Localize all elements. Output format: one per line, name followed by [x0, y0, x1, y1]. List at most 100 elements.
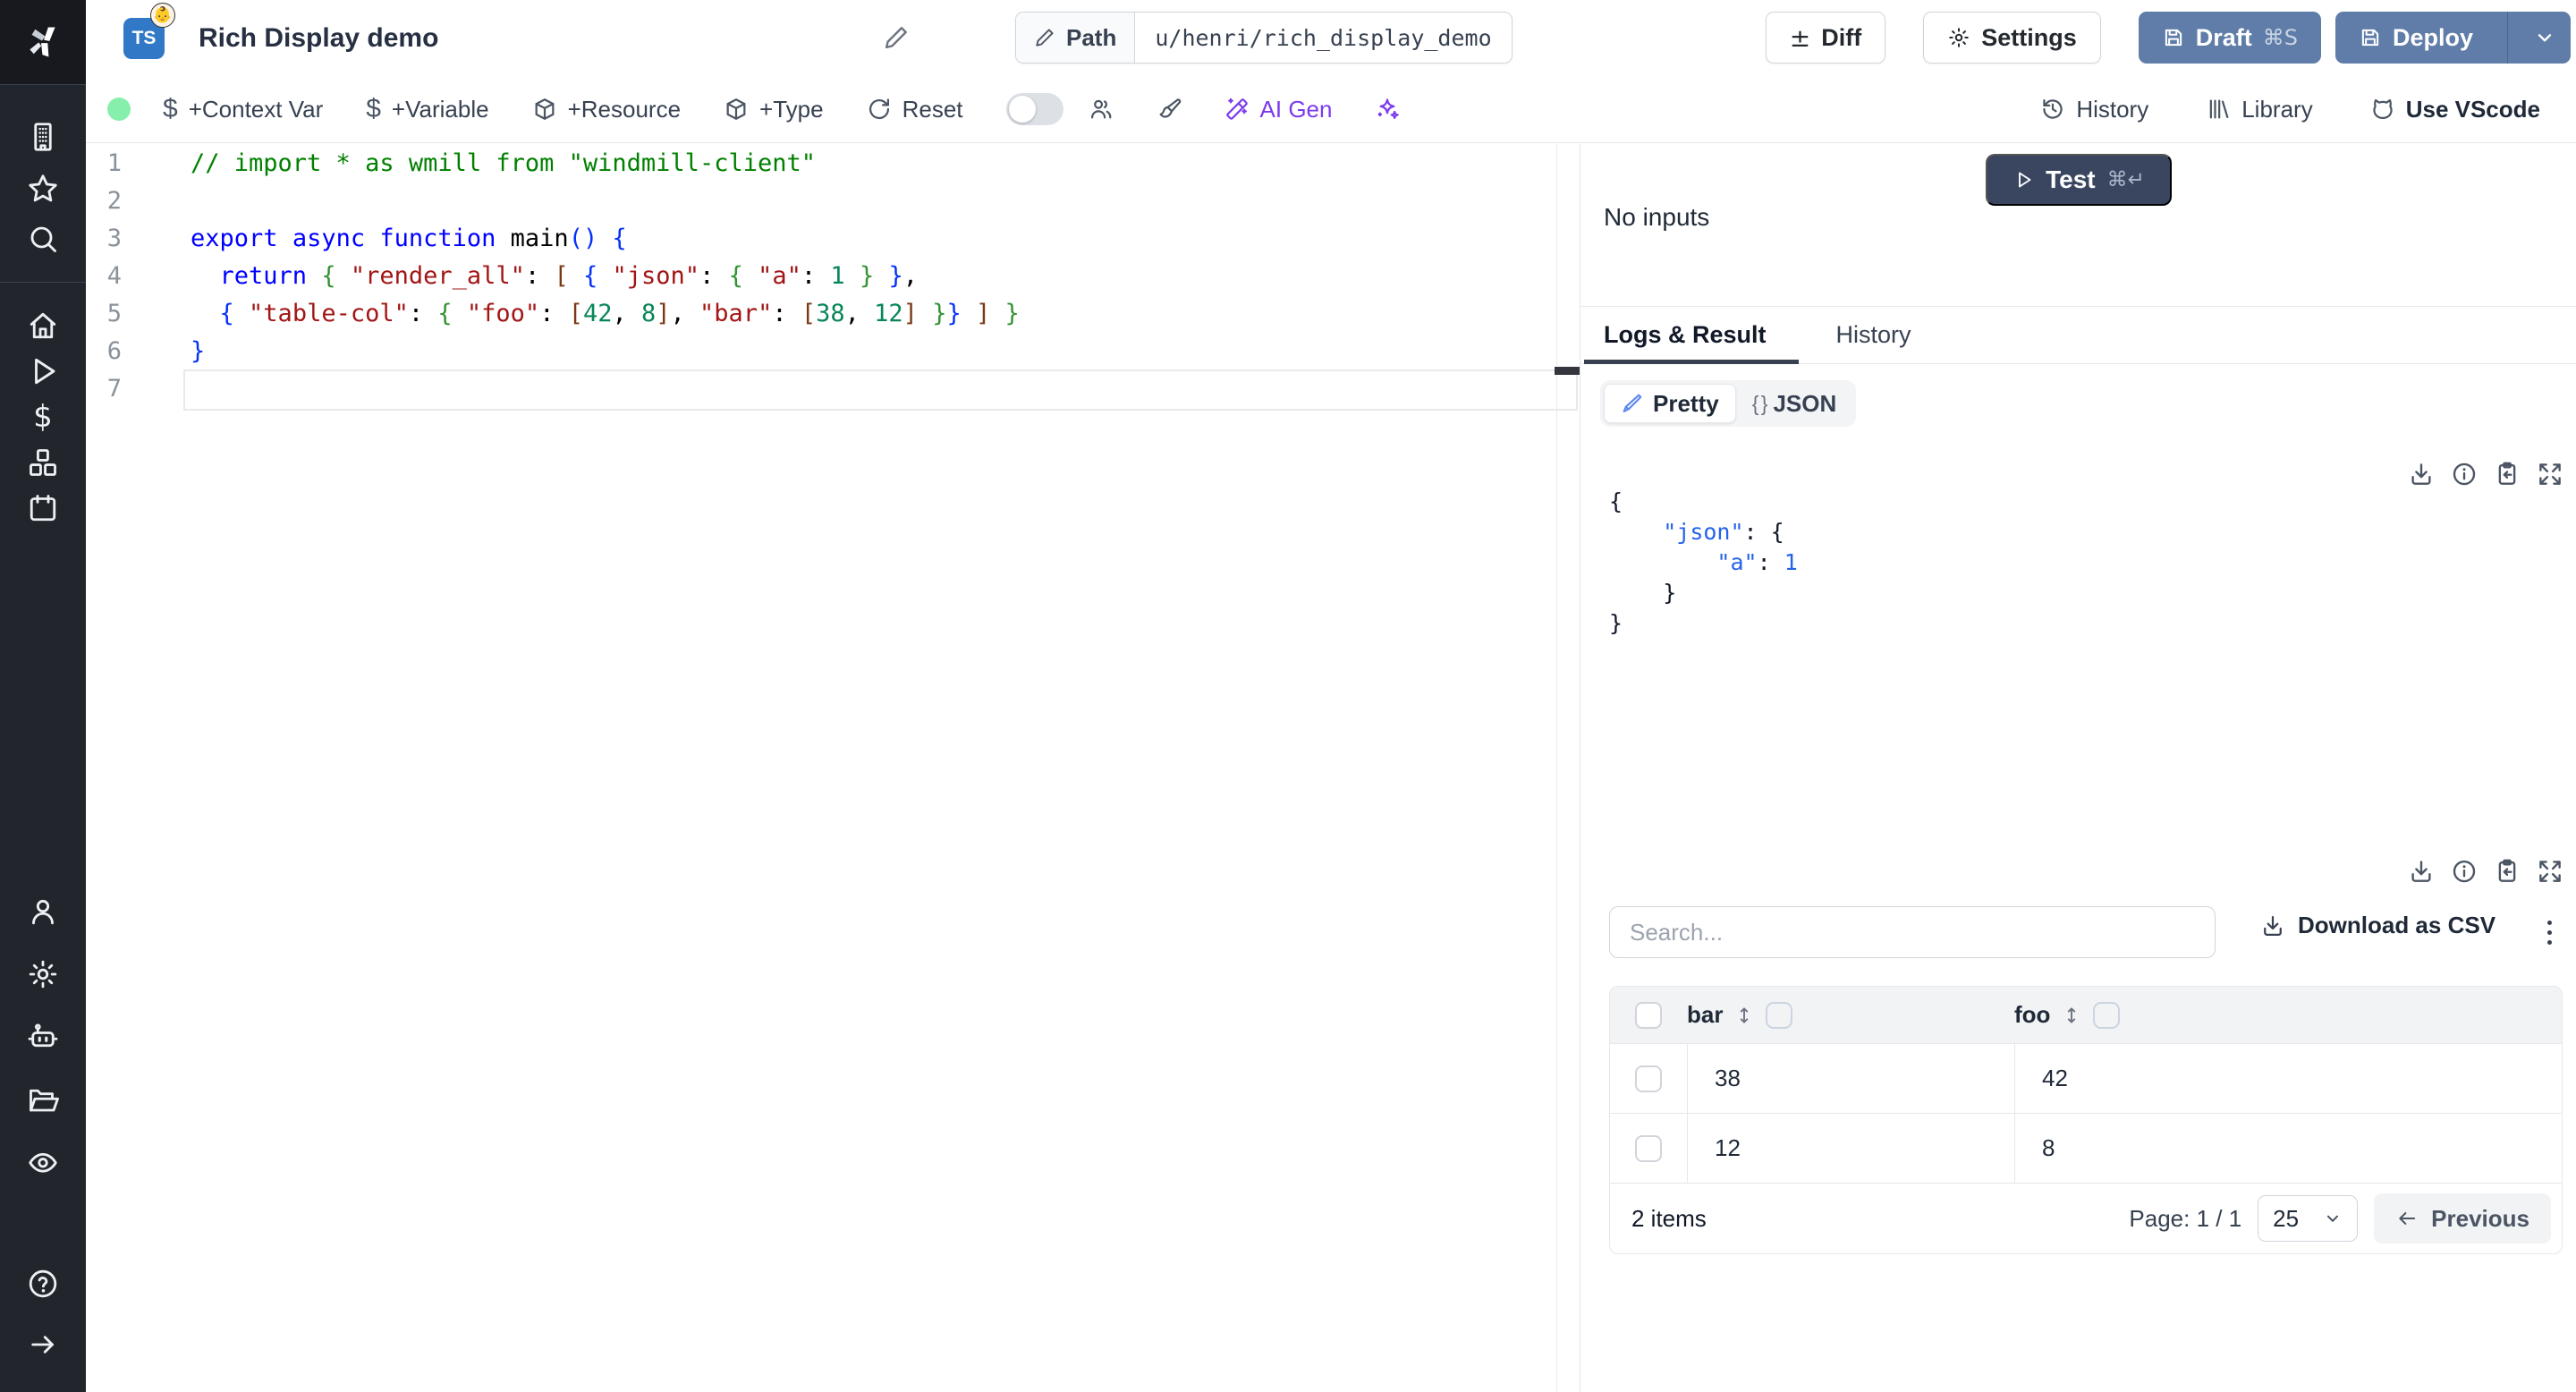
history-button[interactable]: History — [2040, 96, 2148, 123]
folders-icon[interactable] — [27, 1083, 59, 1116]
download-icon[interactable] — [2408, 461, 2435, 488]
path-button[interactable]: Path u/henri/rich_display_demo — [1015, 12, 1513, 64]
dollar-icon: $ — [163, 94, 178, 123]
table-search-input[interactable] — [1609, 906, 2216, 958]
user-icon[interactable] — [27, 895, 59, 928]
settings-label: Settings — [1981, 23, 2077, 51]
column-header-bar[interactable]: bar — [1687, 1001, 1723, 1029]
table-menu-kebab-icon[interactable] — [2543, 912, 2555, 953]
expand-icon[interactable] — [2537, 858, 2563, 885]
play-icon — [2012, 169, 2034, 191]
sort-icon[interactable] — [2061, 1005, 2082, 1026]
line-number: 7 — [106, 374, 122, 403]
result-json-viewer: { "json": { "a": 1 }} — [1609, 488, 1798, 636]
table-row: 38 42 — [1610, 1044, 2562, 1114]
favorites-icon[interactable] — [27, 173, 59, 205]
line-number: 3 — [106, 224, 122, 252]
chevron-down-icon — [2323, 1209, 2343, 1228]
info-icon[interactable] — [2451, 858, 2478, 885]
code-line[interactable]: 4 return { "render_all": [ { "json": { "… — [86, 257, 1556, 294]
format-brush-button[interactable] — [1157, 97, 1182, 122]
settings-button[interactable]: Settings — [1923, 12, 2101, 64]
column-header-foo[interactable]: foo — [2014, 1001, 2050, 1029]
settings-gear-icon[interactable] — [27, 958, 59, 990]
resources-icon[interactable] — [27, 446, 59, 479]
splitter-drag-handle[interactable] — [1555, 367, 1580, 375]
deploy-chevron-down-icon[interactable] — [2519, 26, 2571, 49]
runs-icon[interactable] — [27, 355, 59, 387]
select-all-checkbox[interactable] — [1635, 1001, 1662, 1029]
json-view-button[interactable]: { } JSON — [1736, 390, 1853, 418]
test-button[interactable]: Test ⌘↵ — [1986, 154, 2172, 206]
library-button[interactable]: Library — [2206, 96, 2313, 123]
ai-gen-button[interactable]: AI Gen — [1224, 96, 1332, 123]
add-context-var-button[interactable]: $ +Context Var — [163, 94, 323, 124]
collab-users-button[interactable] — [1089, 97, 1114, 122]
code-line[interactable]: 2 — [86, 182, 1556, 219]
workspace-icon[interactable] — [27, 121, 59, 153]
page-size-select[interactable]: 25 — [2258, 1195, 2359, 1242]
collapse-arrow-icon[interactable] — [27, 1328, 59, 1361]
path-label: Path — [1066, 23, 1117, 51]
workers-bot-icon[interactable] — [27, 1021, 59, 1053]
tab-history[interactable]: History — [1813, 307, 1935, 364]
edit-title-pencil-icon[interactable] — [878, 20, 914, 55]
code-text: } — [191, 336, 206, 365]
code-editor[interactable]: 1 // import * as wmill from "windmill-cli… — [86, 144, 1578, 1392]
code-line[interactable]: 3 export async function main() { — [86, 219, 1556, 257]
copy-clipboard-icon[interactable] — [2494, 461, 2521, 488]
diff-button[interactable]: ± Diff — [1765, 12, 1886, 64]
sort-icon[interactable] — [1733, 1005, 1755, 1026]
windmill-logo[interactable] — [0, 0, 86, 85]
diff-label: Diff — [1821, 23, 1862, 51]
use-vscode-button[interactable]: Use VScode — [2370, 96, 2540, 123]
home-icon[interactable] — [27, 310, 59, 342]
add-resource-button[interactable]: +Resource — [532, 96, 681, 123]
download-icon[interactable] — [2408, 858, 2435, 885]
ai-sparkles-button[interactable] — [1375, 97, 1400, 122]
plus-minus-icon: ± — [1789, 22, 1811, 53]
add-type-button[interactable]: +Type — [724, 96, 824, 123]
gear-icon — [1947, 26, 1970, 49]
braces-icon: { } — [1751, 391, 1768, 415]
variables-icon[interactable]: $ — [27, 401, 59, 433]
audit-eye-icon[interactable] — [27, 1146, 59, 1178]
result-view-toggle: Pretty { } JSON — [1600, 380, 1857, 427]
windmill-script-editor: $ TS 👶 Rich Display demo Path u/henri/ri — [0, 0, 2576, 1392]
line-number: 2 — [106, 186, 122, 215]
diff-mode-toggle[interactable] — [1005, 93, 1063, 125]
row-checkbox[interactable] — [1635, 1134, 1662, 1162]
column-select-box[interactable] — [2093, 1001, 2121, 1029]
line-number: 6 — [106, 336, 122, 365]
deploy-button[interactable]: Deploy — [2334, 12, 2571, 64]
editor-toolbar: $ +Context Var $ +Variable +Resource +Ty… — [86, 76, 2576, 143]
cell-bar: 12 — [1715, 1134, 1741, 1161]
code-line[interactable]: 6} — [86, 332, 1556, 369]
help-icon[interactable] — [27, 1268, 59, 1300]
add-variable-button[interactable]: $ +Variable — [366, 94, 488, 124]
cell-foo: 8 — [2042, 1134, 2055, 1161]
code-line[interactable]: 5 { "table-col": { "foo": [42, 8], "bar"… — [86, 294, 1556, 332]
vscode-cat-icon — [2370, 97, 2395, 122]
row-checkbox[interactable] — [1635, 1065, 1662, 1092]
download-csv-button[interactable]: Download as CSV — [2260, 912, 2496, 939]
info-icon[interactable] — [2451, 461, 2478, 488]
reset-button[interactable]: Reset — [867, 96, 963, 123]
copy-clipboard-icon[interactable] — [2494, 858, 2521, 885]
result-tabs: Logs & Result History — [1580, 307, 2576, 364]
expand-icon[interactable] — [2537, 461, 2563, 488]
package-icon — [724, 97, 749, 122]
draft-button[interactable]: Draft ⌘S — [2138, 12, 2321, 64]
pretty-view-button[interactable]: Pretty — [1604, 384, 1736, 423]
table-row: 12 8 — [1610, 1114, 2562, 1184]
code-line[interactable]: 1 // import * as wmill from "windmill-cli… — [86, 144, 1556, 182]
column-select-box[interactable] — [1766, 1001, 1793, 1029]
previous-page-button[interactable]: Previous — [2374, 1193, 2551, 1243]
line-number: 1 — [106, 149, 122, 177]
tab-logs-and-result[interactable]: Logs & Result — [1580, 307, 1799, 364]
cell-bar: 38 — [1715, 1065, 1741, 1091]
code-line[interactable]: 7 — [86, 369, 1578, 411]
status-dot — [107, 98, 131, 121]
search-icon[interactable] — [27, 223, 59, 255]
schedules-icon[interactable] — [27, 492, 59, 524]
